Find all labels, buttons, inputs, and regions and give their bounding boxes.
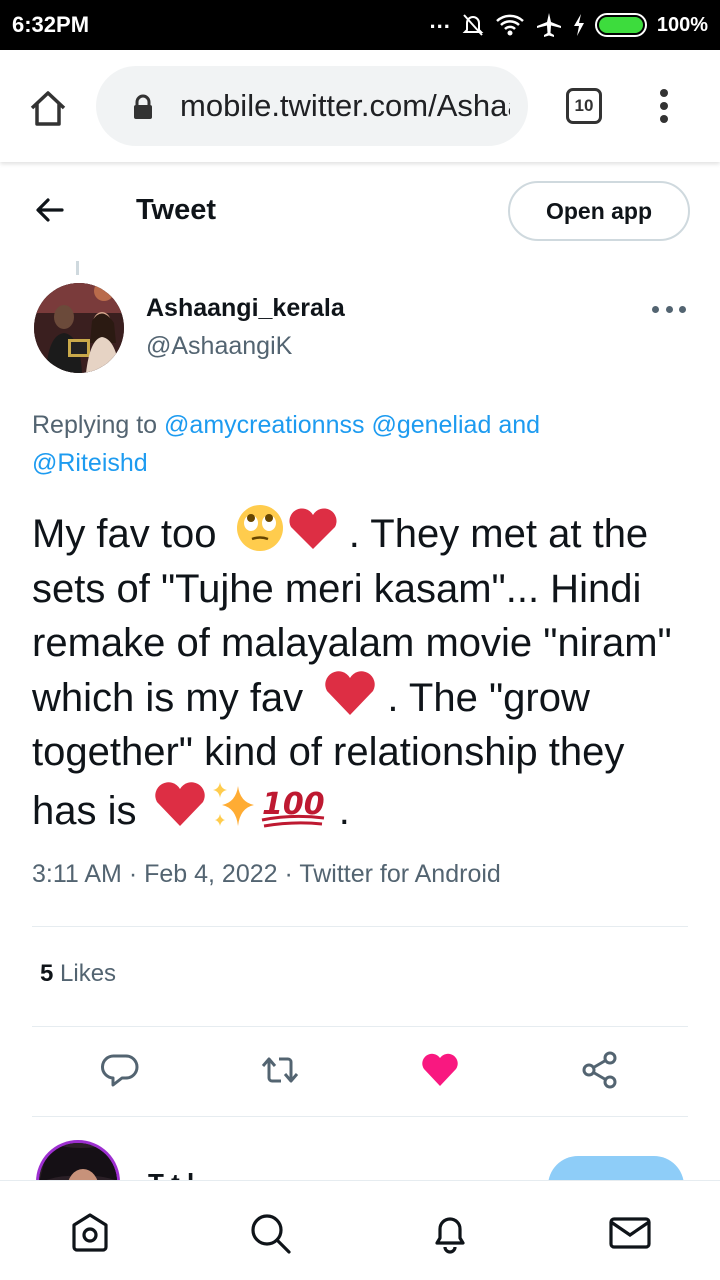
tweet-text-part: My fav too	[32, 512, 217, 556]
likes-count[interactable]: 5 Likes	[40, 960, 116, 988]
status-icons: ... 100%	[429, 8, 708, 40]
mention-link[interactable]: @geneliad	[371, 411, 491, 439]
battery-percent: 100%	[656, 13, 708, 36]
avatar-photo	[34, 283, 124, 373]
thread-line	[76, 261, 79, 275]
messages-icon	[609, 1217, 651, 1249]
notifications-icon	[435, 1217, 465, 1254]
home-outline-icon	[30, 91, 66, 126]
tweet-text: My fav too . They met at the sets of "Tu…	[32, 503, 698, 838]
tweet-header: Tweet Open app	[0, 162, 720, 258]
retweet-icon	[261, 1057, 299, 1083]
open-app-button[interactable]: Open app	[508, 181, 690, 241]
divider	[32, 1116, 688, 1117]
browser-toolbar: mobile.twitter.com/AshaangiK/status 10	[0, 50, 720, 162]
tweet-meta: 3:11 AM · Feb 4, 2022 · Twitter for Andr…	[32, 860, 501, 889]
replying-prefix: Replying to	[32, 411, 158, 439]
url-text[interactable]: mobile.twitter.com/AshaangiK/status	[180, 88, 510, 124]
battery-icon	[594, 13, 647, 37]
mention-link[interactable]: @amycreationnss	[164, 411, 364, 439]
status-dots: ...	[429, 8, 451, 33]
nav-messages[interactable]	[608, 1211, 652, 1255]
more-options-button[interactable]	[652, 302, 686, 316]
mention-link[interactable]: @Riteishd	[32, 449, 148, 477]
share-icon	[582, 1051, 617, 1089]
nav-notifications[interactable]	[428, 1211, 472, 1255]
nav-search[interactable]	[248, 1211, 292, 1255]
replying-to: Replying to @amycreationnss @geneliad an…	[32, 406, 652, 482]
address-bar[interactable]: mobile.twitter.com/AshaangiK/status	[96, 66, 528, 146]
tab-switcher-button[interactable]: 10	[566, 88, 602, 124]
search-icon	[251, 1214, 291, 1254]
bottom-navigation	[0, 1180, 720, 1280]
reply-icon	[101, 1054, 139, 1087]
nav-home[interactable]	[68, 1211, 112, 1255]
meta-separator: ·	[128, 860, 138, 888]
author-name[interactable]: Ashaangi_kerala	[146, 294, 345, 323]
charging-icon	[573, 14, 585, 36]
rolling-eyes-heart-emoji	[236, 505, 337, 551]
tweet-source[interactable]: Twitter for Android	[299, 860, 500, 888]
status-time: 6:32PM	[12, 12, 90, 37]
page-title: Tweet	[136, 194, 217, 226]
wifi-icon	[495, 13, 525, 37]
reply-button[interactable]	[100, 1050, 140, 1090]
tweet-date[interactable]: Feb 4, 2022	[144, 860, 277, 888]
meta-separator: ·	[284, 860, 293, 888]
browser-home-button[interactable]	[26, 86, 70, 130]
browser-menu-button[interactable]	[654, 86, 674, 130]
airplane-icon	[535, 11, 563, 39]
likes-label: Likes	[60, 960, 117, 987]
like-button[interactable]	[420, 1050, 460, 1090]
tweet-time[interactable]: 3:11 AM	[32, 860, 122, 888]
like-icon	[422, 1053, 458, 1086]
lock-icon	[132, 94, 154, 125]
status-bar: 6:32PM ... 100%	[0, 0, 720, 50]
muted-bell-icon	[461, 12, 485, 38]
divider	[32, 1026, 688, 1027]
back-arrow-icon	[36, 198, 64, 222]
likes-number: 5	[40, 960, 54, 987]
mention-and[interactable]: and	[498, 411, 540, 439]
divider	[32, 926, 688, 927]
red-heart-emoji	[325, 670, 376, 715]
back-button[interactable]	[34, 194, 66, 226]
heart-sparkles-hundred-emoji: 100	[154, 781, 324, 827]
author-avatar[interactable]	[34, 283, 124, 373]
author-handle[interactable]: @AshaangiK	[146, 332, 292, 361]
tweet-text-part: .	[338, 788, 350, 833]
share-button[interactable]	[580, 1050, 620, 1090]
home-icon	[72, 1213, 108, 1252]
retweet-button[interactable]	[260, 1050, 300, 1090]
